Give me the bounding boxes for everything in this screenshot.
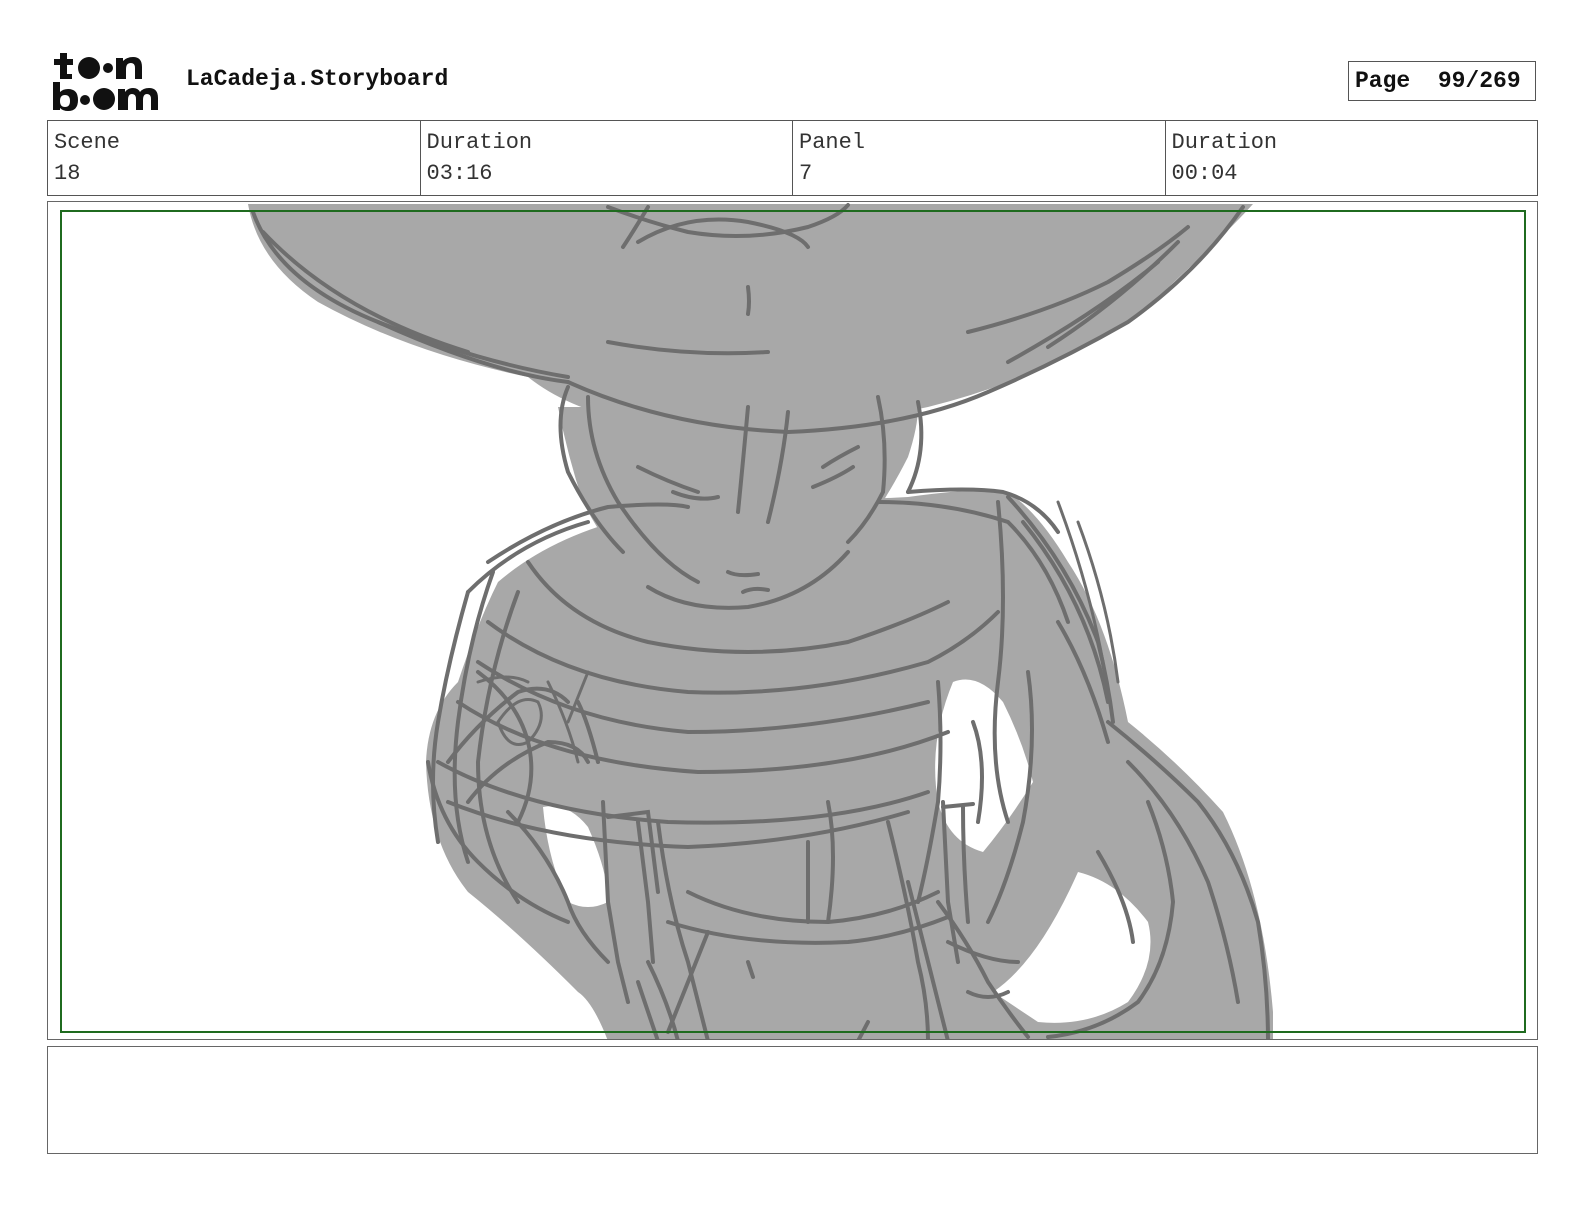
scene-duration-value: 03:16 xyxy=(426,161,493,186)
document-title: LaCadeja.Storyboard xyxy=(186,66,449,92)
panel-duration-label: Duration xyxy=(1171,130,1278,155)
scene-cell: Scene 18 xyxy=(48,121,421,195)
panel-duration-value: 00:04 xyxy=(1171,161,1238,186)
panel-label: Panel xyxy=(799,130,866,155)
scene-info-table: Scene 18 Duration 03:16 Panel 7 Duration… xyxy=(47,120,1538,196)
storyboard-panel xyxy=(47,201,1538,1040)
panel-notes-box[interactable] xyxy=(47,1046,1538,1154)
toon-boom-logo xyxy=(52,50,164,112)
panel-cell: Panel 7 xyxy=(793,121,1166,195)
character-sketch xyxy=(248,203,1273,1039)
scene-duration-label: Duration xyxy=(426,130,533,155)
page-indicator: Page 99/269 xyxy=(1348,61,1536,101)
panel-duration-cell: Duration 00:04 xyxy=(1166,121,1538,195)
scene-label: Scene xyxy=(54,130,121,155)
scene-value: 18 xyxy=(54,161,81,186)
scene-duration-cell: Duration 03:16 xyxy=(421,121,793,195)
panel-value: 7 xyxy=(799,161,813,186)
